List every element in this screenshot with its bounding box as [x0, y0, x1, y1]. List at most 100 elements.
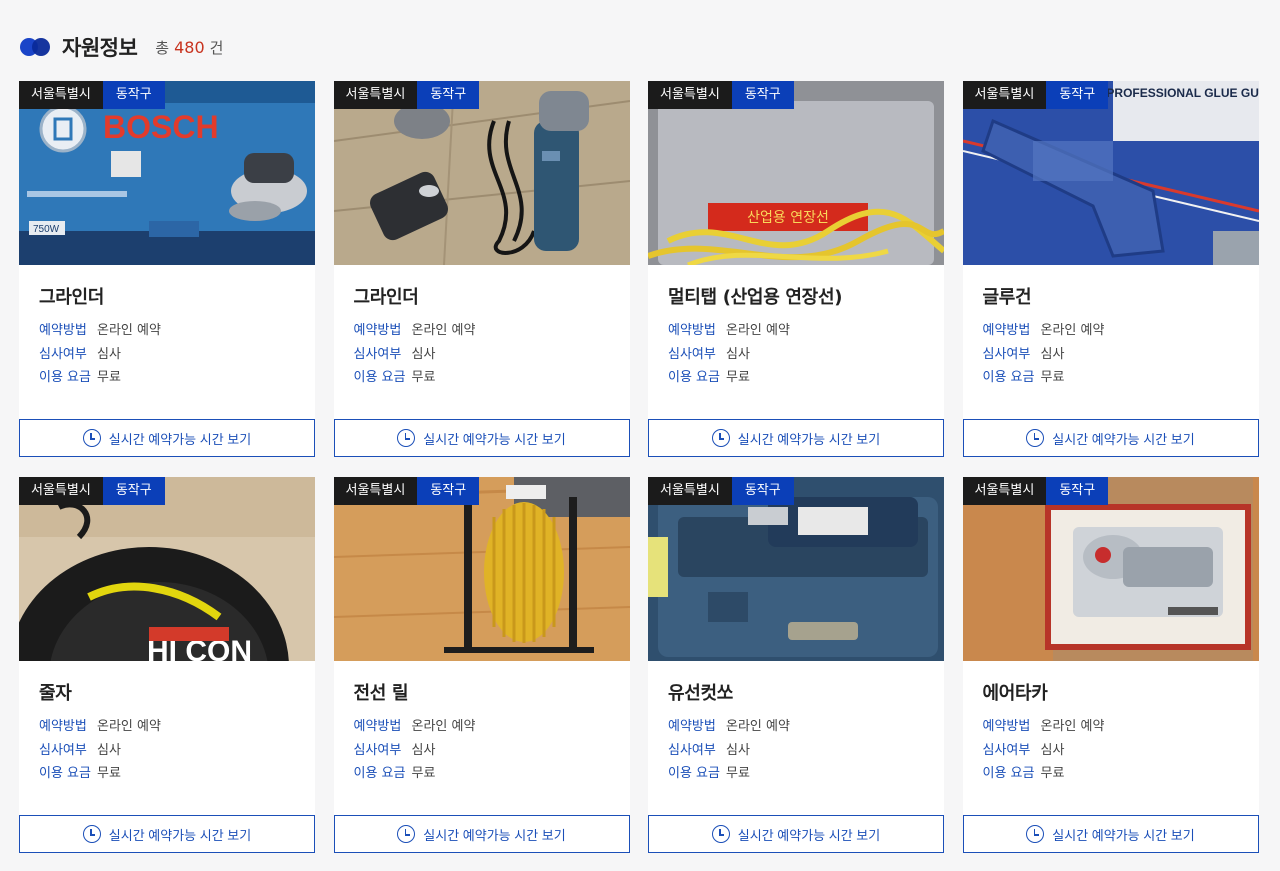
- fee-value: 무료: [1040, 766, 1065, 781]
- method-value: 온라인 예약: [97, 323, 161, 338]
- view-availability-button[interactable]: 실시간 예약가능 시간 보기: [333, 419, 630, 457]
- method-label: 예약방법: [982, 323, 1031, 338]
- resource-image[interactable]: 서울특별시 동작구: [333, 477, 630, 661]
- resource-image[interactable]: 서울특별시 동작구: [333, 81, 630, 265]
- resource-info: 예약방법 온라인 예약 심사여부 심사 이용 요금 무료: [668, 715, 790, 786]
- review-label: 심사여부: [668, 742, 716, 758]
- resource-info: 예약방법 온라인 예약 심사여부 심사 이용 요금 무료: [354, 715, 476, 786]
- method-label: 예약방법: [668, 719, 716, 734]
- fee-value: 무료: [411, 370, 436, 385]
- resource-image[interactable]: 서울특별시 동작구: [962, 477, 1259, 661]
- button-label: 실시간 예약가능 시간 보기: [423, 827, 566, 843]
- resource-name[interactable]: 에어타카: [983, 679, 1048, 705]
- method-value: 온라인 예약: [726, 323, 790, 338]
- resource-name[interactable]: 그라인더: [39, 283, 104, 309]
- region-tags: 서울특별시 동작구: [962, 477, 1109, 505]
- resource-card[interactable]: 서울특별시 동작구 전선 릴 예약방법 온라인 예약 심사여부 심사 이용 요금 무료…: [333, 477, 630, 853]
- view-availability-button[interactable]: 실시간 예약가능 시간 보기: [19, 815, 315, 853]
- resource-info: 예약방법 온라인 예약 심사여부 심사 이용 요금 무료: [983, 319, 1105, 390]
- review-value: 심사: [1040, 742, 1065, 758]
- city-tag: 서울특별시: [962, 81, 1047, 109]
- review-label: 심사여부: [353, 742, 402, 758]
- method-label: 예약방법: [39, 719, 87, 734]
- button-label: 실시간 예약가능 시간 보기: [737, 827, 881, 843]
- button-label: 실시간 예약가능 시간 보기: [423, 431, 566, 447]
- review-value: 심사: [97, 742, 121, 758]
- clock-icon: [82, 825, 101, 843]
- total-number: 480: [174, 37, 205, 57]
- review-label: 심사여부: [982, 742, 1031, 758]
- resource-name[interactable]: 줄자: [39, 679, 72, 705]
- fee-value: 무료: [411, 766, 436, 781]
- method-value: 온라인 예약: [1040, 323, 1105, 338]
- resource-image[interactable]: 서울특별시 동작구: [648, 477, 944, 661]
- review-value: 심사: [726, 742, 750, 758]
- city-tag: 서울특별시: [962, 477, 1047, 505]
- fee-label: 이용 요금: [39, 370, 91, 385]
- city-tag: 서울특별시: [648, 477, 732, 505]
- view-availability-button[interactable]: 실시간 예약가능 시간 보기: [333, 815, 630, 853]
- review-value: 심사: [726, 346, 750, 362]
- resource-name[interactable]: 전선 릴: [354, 679, 409, 705]
- view-availability-button[interactable]: 실시간 예약가능 시간 보기: [648, 815, 944, 853]
- review-value: 심사: [97, 346, 121, 362]
- resource-info: 예약방법 온라인 예약 심사여부 심사 이용 요금 무료: [39, 319, 161, 390]
- fee-label: 이용 요금: [353, 370, 406, 385]
- resource-card[interactable]: BOSCH 750W 서울특별시 동작구 그라인더 예약방법 온라인 예약 심사여…: [19, 81, 315, 457]
- district-tag: 동작구: [417, 477, 480, 505]
- city-tag: 서울특별시: [19, 477, 103, 505]
- region-tags: 서울특별시 동작구: [648, 81, 794, 109]
- button-label: 실시간 예약가능 시간 보기: [1052, 431, 1195, 447]
- resource-card[interactable]: 서울특별시 동작구 유선컷쏘 예약방법 온라인 예약 심사여부 심사 이용 요금 무료…: [648, 477, 944, 853]
- resource-name[interactable]: 멀티탭 (산업용 연장선): [668, 283, 842, 309]
- watt-label: 750W: [33, 224, 60, 235]
- review-label: 심사여부: [39, 742, 87, 758]
- city-tag: 서울특별시: [333, 81, 418, 109]
- resource-image[interactable]: 산업용 연장선 서울특별시 동작구: [648, 81, 944, 265]
- review-label: 심사여부: [39, 346, 87, 362]
- view-availability-button[interactable]: 실시간 예약가능 시간 보기: [19, 419, 315, 457]
- resource-name[interactable]: 유선컷쏘: [668, 679, 733, 705]
- city-tag: 서울특별시: [19, 81, 103, 109]
- fee-label: 이용 요금: [668, 370, 720, 385]
- resource-image[interactable]: BOSCH 750W 서울특별시 동작구: [19, 81, 315, 265]
- region-tags: 서울특별시 동작구: [19, 81, 165, 109]
- clock-icon: [1026, 825, 1045, 843]
- resource-card[interactable]: 서울특별시 동작구 그라인더 예약방법 온라인 예약 심사여부 심사 이용 요금 무료…: [333, 81, 630, 457]
- resource-image[interactable]: PROFESSIONAL GLUE GUN 서울특별시 동작구: [962, 81, 1259, 265]
- method-label: 예약방법: [353, 323, 402, 338]
- resource-card[interactable]: PROFESSIONAL GLUE GUN 서울특별시 동작구 글루건 예약방법…: [962, 81, 1259, 457]
- clock-icon: [711, 429, 730, 447]
- district-tag: 동작구: [1046, 477, 1109, 505]
- resource-card[interactable]: HI CON 서울특별시 동작구 줄자 예약방법 온라인 예약 심사여부 심사 이용…: [19, 477, 315, 853]
- region-tags: 서울특별시 동작구: [962, 81, 1109, 109]
- fee-value: 무료: [1040, 370, 1065, 385]
- resource-card[interactable]: 산업용 연장선 서울특별시 동작구 멀티탭 (산업용 연장선) 예약방법 온라인 …: [648, 81, 944, 457]
- view-availability-button[interactable]: 실시간 예약가능 시간 보기: [962, 419, 1259, 457]
- total-suffix: 건: [209, 38, 224, 57]
- button-label: 실시간 예약가능 시간 보기: [1052, 827, 1195, 843]
- region-tags: 서울특별시 동작구: [333, 477, 480, 505]
- resource-info: 예약방법 온라인 예약 심사여부 심사 이용 요금 무료: [39, 715, 161, 786]
- resource-name[interactable]: 그라인더: [354, 283, 419, 309]
- clock-icon: [711, 825, 730, 843]
- district-tag: 동작구: [731, 81, 794, 109]
- fee-label: 이용 요금: [668, 766, 720, 781]
- resource-name[interactable]: 글루건: [983, 283, 1032, 309]
- image-label: 산업용 연장선: [747, 210, 829, 226]
- view-availability-button[interactable]: 실시간 예약가능 시간 보기: [648, 419, 944, 457]
- fee-value: 무료: [726, 370, 750, 385]
- review-value: 심사: [411, 346, 436, 362]
- district-tag: 동작구: [102, 477, 165, 505]
- view-availability-button[interactable]: 실시간 예약가능 시간 보기: [962, 815, 1259, 853]
- button-label: 실시간 예약가능 시간 보기: [108, 431, 252, 447]
- fee-value: 무료: [97, 370, 121, 385]
- resource-card[interactable]: 서울특별시 동작구 에어타카 예약방법 온라인 예약 심사여부 심사 이용 요금 무료…: [962, 477, 1259, 853]
- fee-label: 이용 요금: [982, 370, 1035, 385]
- section-header: 자원정보 총 480 건: [20, 32, 223, 62]
- method-label: 예약방법: [982, 719, 1031, 734]
- resource-image[interactable]: HI CON 서울특별시 동작구: [19, 477, 315, 661]
- district-tag: 동작구: [1046, 81, 1109, 109]
- method-value: 온라인 예약: [411, 323, 476, 338]
- review-value: 심사: [1040, 346, 1065, 362]
